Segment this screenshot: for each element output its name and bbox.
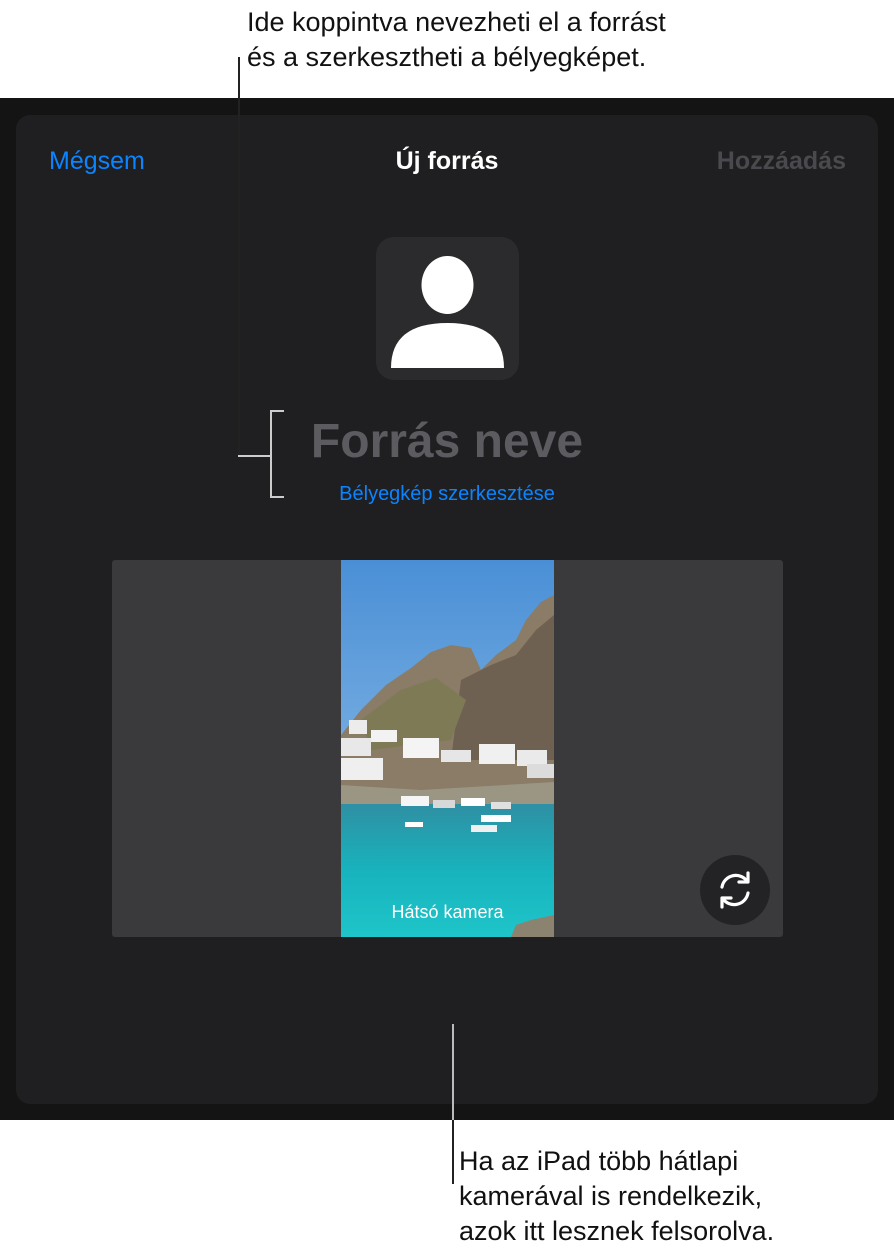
switch-camera-button[interactable] — [700, 855, 770, 925]
bottom-callout-line-3: azok itt lesznek felsorolva. — [459, 1216, 775, 1246]
bottom-callout: Ha az iPad több hátlapi kamerával is ren… — [459, 1144, 774, 1249]
person-silhouette-icon — [391, 256, 504, 368]
top-callout-line-2: és a szerkesztheti a bélyegképet. — [247, 42, 647, 72]
source-thumbnail[interactable] — [376, 237, 519, 380]
top-callout-leader-horizontal — [238, 455, 270, 457]
rear-camera-option[interactable]: Hátsó kamera — [341, 560, 554, 937]
add-button[interactable]: Hozzáadás — [717, 146, 846, 176]
bottom-callout-line-2: kamerával is rendelkezik, — [459, 1181, 763, 1211]
top-callout-line-1: Ide koppintva nevezheti el a forrást — [247, 7, 666, 37]
bottom-callout-line-1: Ha az iPad több hátlapi — [459, 1146, 739, 1176]
camera-preview-image — [341, 560, 554, 937]
name-bracket-top — [270, 410, 284, 412]
bottom-callout-leader-dark — [452, 1120, 454, 1184]
source-name-field[interactable]: Forrás neve — [0, 414, 894, 470]
edit-thumbnail-link[interactable]: Bélyegkép szerkesztése — [0, 481, 894, 507]
cancel-button[interactable]: Mégsem — [49, 146, 145, 176]
top-callout: Ide koppintva nevezheti el a forrást és … — [247, 5, 666, 75]
camera-switch-icon — [720, 871, 750, 909]
camera-list: Hátsó kamera — [112, 560, 783, 937]
top-callout-leader-vertical — [238, 57, 240, 457]
name-bracket — [270, 410, 272, 498]
camera-label: Hátsó kamera — [391, 902, 504, 922]
name-bracket-bottom — [270, 496, 284, 498]
